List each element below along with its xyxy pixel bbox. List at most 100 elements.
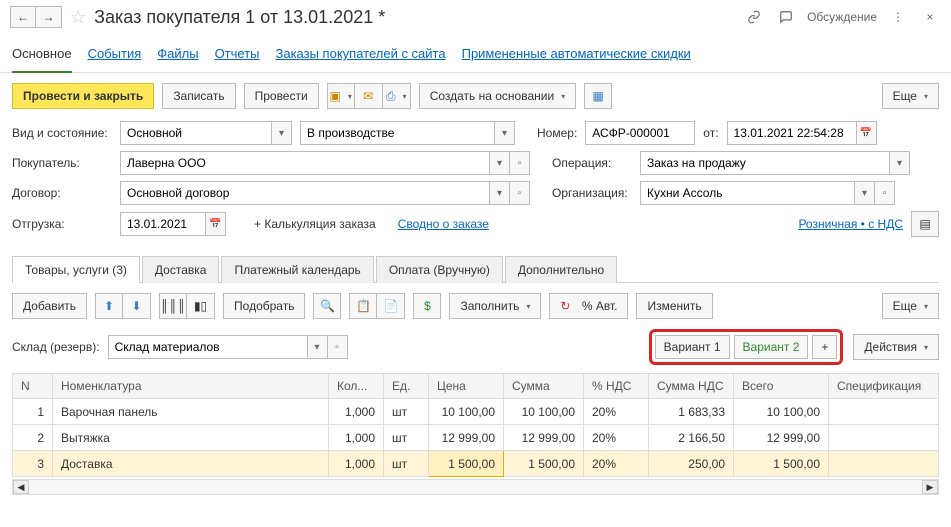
sub-more-button[interactable]: Еще▾ — [882, 293, 939, 319]
more-vert-icon[interactable]: ⋮ — [887, 6, 909, 28]
discuss-icon[interactable] — [775, 6, 797, 28]
window-title: Заказ покупателя 1 от 13.01.2021 * — [94, 7, 385, 28]
buyer-open-icon[interactable]: ▫ — [510, 151, 530, 175]
org-input[interactable] — [640, 181, 855, 205]
date-input[interactable] — [727, 121, 857, 145]
doctab-goods[interactable]: Товары, услуги (3) — [12, 256, 140, 283]
change-button[interactable]: Изменить — [636, 293, 712, 319]
col-vat-sum[interactable]: Сумма НДС — [649, 374, 734, 399]
scroll-left-icon[interactable]: ◀ — [13, 480, 29, 494]
table-row[interactable]: 3Доставка1,000шт1 500,001 500,0020%250,0… — [13, 451, 939, 477]
col-n[interactable]: N — [13, 374, 53, 399]
variant-add-button[interactable]: + — [812, 335, 837, 359]
paste-button[interactable]: 📄 — [377, 293, 405, 319]
add-row-button[interactable]: Добавить — [12, 293, 87, 319]
summary-link[interactable]: Сводно о заказе — [398, 217, 489, 231]
number-input[interactable] — [585, 121, 695, 145]
operation-dropdown-icon[interactable]: ▾ — [890, 151, 910, 175]
contract-label: Договор: — [12, 186, 112, 200]
nav-forward-button[interactable]: → — [36, 6, 62, 28]
tab-site-orders[interactable]: Заказы покупателей с сайта — [276, 40, 446, 72]
refresh-pct-button[interactable]: ↻ % Авт. — [549, 293, 628, 319]
state-dropdown-icon[interactable]: ▾ — [495, 121, 515, 145]
nav-back-button[interactable]: ← — [10, 6, 36, 28]
ship-calendar-icon[interactable]: 📅 — [206, 212, 226, 236]
variant-1-button[interactable]: Вариант 1 — [655, 335, 730, 359]
scanner-button[interactable]: ▮▯ — [187, 293, 215, 319]
operation-label: Операция: — [552, 156, 632, 170]
table-row[interactable]: 1Варочная панель1,000шт10 100,0010 100,0… — [13, 399, 939, 425]
discuss-label[interactable]: Обсуждение — [807, 10, 877, 24]
col-total[interactable]: Всего — [734, 374, 829, 399]
buyer-label: Покупатель: — [12, 156, 112, 170]
state-input[interactable] — [300, 121, 495, 145]
tab-reports[interactable]: Отчеты — [215, 40, 260, 72]
write-button[interactable]: Записать — [162, 83, 235, 109]
print-button[interactable]: ⎙▾ — [383, 83, 411, 109]
horizontal-scrollbar[interactable]: ◀ ▶ — [12, 479, 939, 495]
post-button[interactable]: Провести — [244, 83, 319, 109]
variant-2-button[interactable]: Вариант 2 — [734, 335, 809, 359]
mail-button[interactable]: ✉ — [355, 83, 383, 109]
report-icon-button[interactable]: ▦ — [584, 83, 612, 109]
link-icon[interactable] — [743, 6, 765, 28]
variant-group: Вариант 1 Вариант 2 + — [649, 329, 844, 365]
copy-button[interactable]: 📋 — [349, 293, 377, 319]
vat-settings-icon[interactable]: ▤ — [911, 211, 939, 237]
org-label: Организация: — [552, 186, 632, 200]
doctab-delivery[interactable]: Доставка — [142, 256, 220, 283]
col-spec[interactable]: Спецификация — [829, 374, 939, 399]
type-dropdown-icon[interactable]: ▾ — [272, 121, 292, 145]
create-based-button[interactable]: Создать на основании▾ — [419, 83, 577, 109]
col-item[interactable]: Номенклатура — [53, 374, 329, 399]
col-qty[interactable]: Кол... — [329, 374, 384, 399]
structure-button[interactable]: ▣▾ — [327, 83, 355, 109]
money-button[interactable]: $ — [413, 293, 441, 319]
pick-button[interactable]: Подобрать — [223, 293, 305, 319]
tab-main[interactable]: Основное — [12, 40, 72, 73]
org-dropdown-icon[interactable]: ▾ — [855, 181, 875, 205]
col-vat-pct[interactable]: % НДС — [584, 374, 649, 399]
move-up-button[interactable]: ⬆ — [95, 293, 123, 319]
doctab-extra[interactable]: Дополнительно — [505, 256, 617, 283]
from-label: от: — [703, 126, 718, 140]
retail-vat-link[interactable]: Розничная • с НДС — [798, 217, 903, 231]
col-price[interactable]: Цена — [429, 374, 504, 399]
buyer-input[interactable] — [120, 151, 490, 175]
tab-files[interactable]: Файлы — [157, 40, 198, 72]
post-and-close-button[interactable]: Провести и закрыть — [12, 83, 154, 109]
ship-date-input[interactable] — [120, 212, 206, 236]
warehouse-input[interactable] — [108, 335, 308, 359]
tab-auto-discounts[interactable]: Примененные автоматические скидки — [462, 40, 691, 72]
doctab-payment[interactable]: Оплата (Вручную) — [376, 256, 503, 283]
number-label: Номер: — [537, 126, 577, 140]
search-icon-button[interactable]: 🔍 — [313, 293, 341, 319]
contract-input[interactable] — [120, 181, 490, 205]
doctab-payment-calendar[interactable]: Платежный календарь — [221, 256, 373, 283]
contract-dropdown-icon[interactable]: ▾ — [490, 181, 510, 205]
more-button[interactable]: Еще▾ — [882, 83, 939, 109]
table-row[interactable]: 2Вытяжка1,000шт12 999,0012 999,0020%2 16… — [13, 425, 939, 451]
warehouse-open-icon[interactable]: ▫ — [328, 335, 348, 359]
calendar-icon[interactable]: 📅 — [857, 121, 877, 145]
operation-input[interactable] — [640, 151, 890, 175]
items-table: N Номенклатура Кол... Ед. Цена Сумма % Н… — [12, 373, 939, 477]
favorite-star-icon[interactable]: ☆ — [70, 7, 86, 28]
close-icon[interactable]: × — [919, 6, 941, 28]
type-state-label: Вид и состояние: — [12, 126, 112, 140]
fill-button[interactable]: Заполнить▾ — [449, 293, 541, 319]
barcode-button[interactable]: ║║║ — [159, 293, 187, 319]
calc-order-link[interactable]: + Калькуляция заказа — [254, 217, 376, 231]
tab-events[interactable]: События — [88, 40, 142, 72]
org-open-icon[interactable]: ▫ — [875, 181, 895, 205]
move-down-button[interactable]: ⬇ — [123, 293, 151, 319]
col-sum[interactable]: Сумма — [504, 374, 584, 399]
scroll-right-icon[interactable]: ▶ — [922, 480, 938, 494]
warehouse-dropdown-icon[interactable]: ▾ — [308, 335, 328, 359]
contract-open-icon[interactable]: ▫ — [510, 181, 530, 205]
actions-button[interactable]: Действия▾ — [853, 334, 939, 360]
type-input[interactable] — [120, 121, 272, 145]
col-unit[interactable]: Ед. — [384, 374, 429, 399]
ship-label: Отгрузка: — [12, 217, 112, 231]
buyer-dropdown-icon[interactable]: ▾ — [490, 151, 510, 175]
